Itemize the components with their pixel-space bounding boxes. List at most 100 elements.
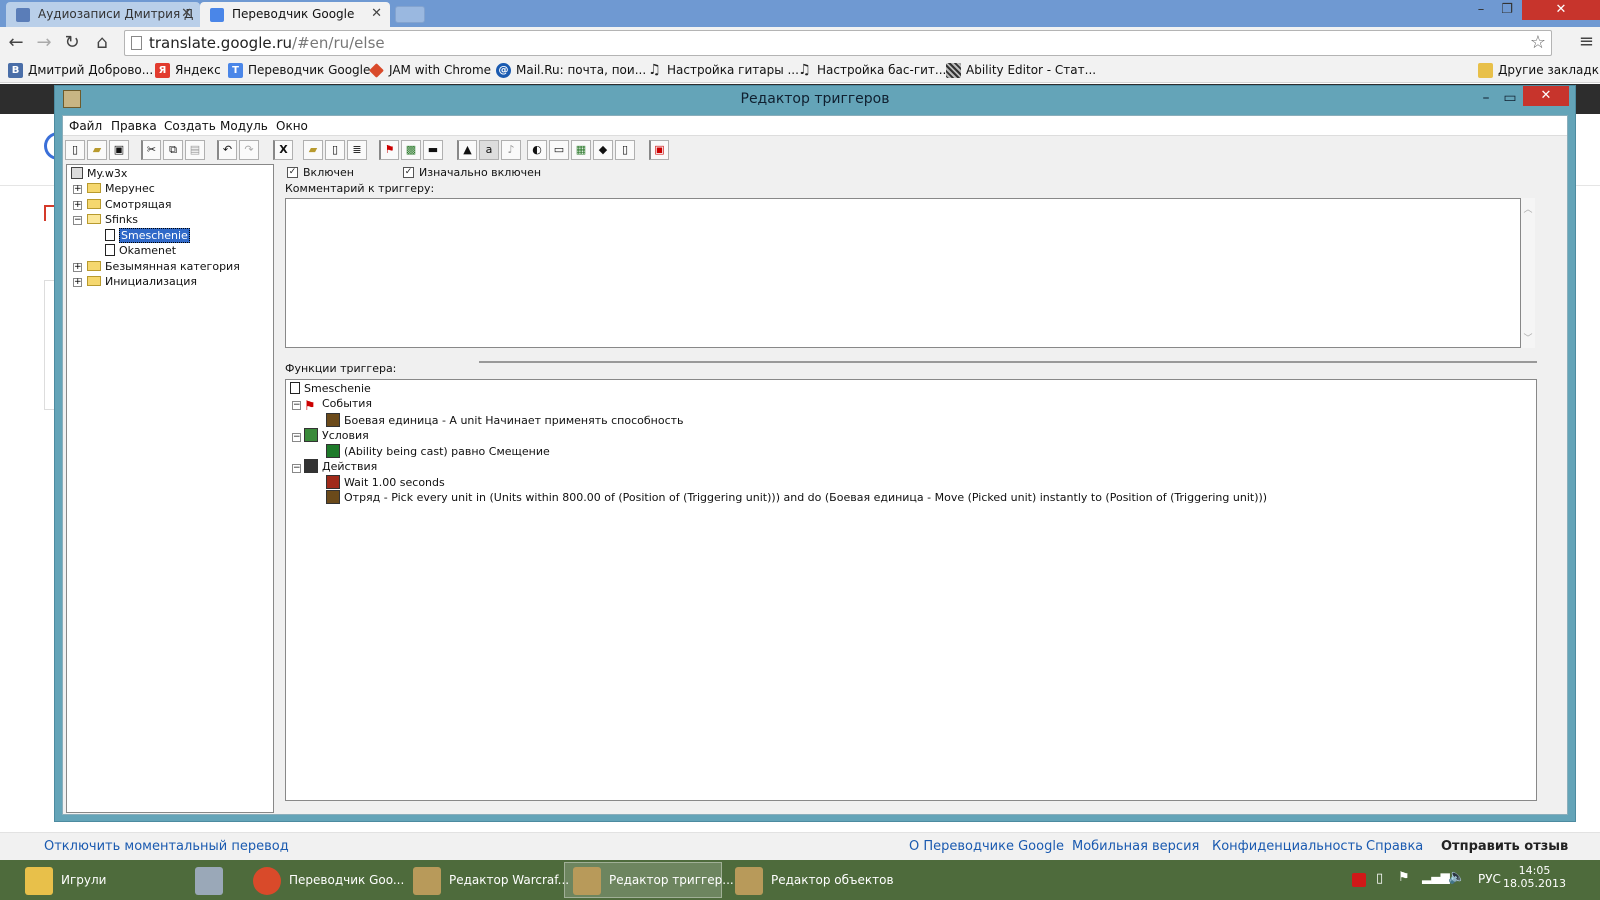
about-link[interactable]: О Переводчике Google — [909, 839, 1064, 854]
trigger-editor-icon[interactable]: a — [479, 140, 499, 160]
tab-audio[interactable]: Аудиозаписи Дмитрия Д ✕ — [6, 2, 200, 27]
network-icon[interactable]: ▂▄▆ — [1422, 870, 1450, 884]
minimize-icon[interactable]: – — [1468, 0, 1494, 20]
delete-icon[interactable]: X — [273, 140, 293, 160]
menu-create[interactable]: Создать — [164, 119, 216, 133]
terrain-editor-icon[interactable]: ▲ — [457, 140, 477, 160]
new-tab-button[interactable] — [395, 6, 425, 23]
paste-icon[interactable]: ▤ — [185, 140, 205, 160]
new-condition-icon[interactable]: ▩ — [401, 140, 421, 160]
collapse-icon[interactable]: − — [292, 464, 301, 473]
new-category-icon[interactable]: ▰ — [303, 140, 323, 160]
initially-enabled-checkbox[interactable]: ✓ — [403, 167, 414, 178]
campaign-editor-icon[interactable]: ▭ — [549, 140, 569, 160]
help-link[interactable]: Справка — [1366, 839, 1423, 854]
condition-item[interactable]: (Ability being cast) равно Смещение — [326, 444, 550, 458]
new-comment-icon[interactable]: ≣ — [347, 140, 367, 160]
comment-textarea[interactable] — [285, 198, 1521, 348]
bookmark-item[interactable]: В Дмитрий Доброво... — [8, 63, 153, 78]
tree-item-folder[interactable]: + Инициализация — [73, 275, 197, 288]
device-icon[interactable]: ▯ — [1376, 871, 1383, 886]
actions-node[interactable]: − Действия — [292, 459, 377, 473]
disable-instant-link[interactable]: Отключить моментальный перевод — [44, 839, 289, 854]
bookmark-item[interactable]: @ Mail.Ru: почта, пои... — [496, 63, 646, 78]
test-map-icon[interactable]: ▣ — [649, 140, 669, 160]
tree-item-folder[interactable]: − Sfinks — [73, 213, 138, 226]
events-node[interactable]: − ⚑ События — [292, 397, 372, 414]
tree-item-folder[interactable]: + Мерунес — [73, 182, 155, 195]
event-item[interactable]: Боевая единица - A unit Начинает применя… — [326, 413, 684, 427]
bookmark-item[interactable]: Я Яндекс — [155, 63, 221, 78]
bookmark-item[interactable]: T Переводчик Google — [228, 63, 370, 78]
new-trigger-icon[interactable]: ▯ — [325, 140, 345, 160]
restore-icon[interactable]: ❐ — [1494, 0, 1520, 20]
scroll-up-icon[interactable]: ︿ — [1521, 202, 1535, 215]
bookmark-item[interactable]: JAM with Chrome — [369, 63, 491, 78]
window-close-icon[interactable]: ✕ — [1522, 0, 1600, 20]
tree-item-folder[interactable]: + Безымянная категория — [73, 260, 240, 273]
bookmark-item[interactable]: ♫ Настройка гитары ... — [647, 63, 799, 78]
splitter[interactable] — [479, 361, 1537, 363]
menu-file[interactable]: Файл — [69, 119, 102, 133]
feedback-link[interactable]: Отправить отзыв — [1441, 839, 1568, 854]
bookmark-star-icon[interactable]: ☆ — [1530, 32, 1546, 53]
undo-icon[interactable]: ↶ — [217, 140, 237, 160]
tree-root[interactable]: My.w3x — [71, 167, 127, 180]
menu-window[interactable]: Окно — [276, 119, 308, 133]
expand-icon[interactable]: + — [73, 278, 82, 287]
enabled-checkbox[interactable]: ✓ — [287, 167, 298, 178]
function-trigger-name[interactable]: Smeschenie — [290, 382, 371, 395]
mobile-link[interactable]: Мобильная версия — [1072, 839, 1199, 854]
tree-item-trigger[interactable]: Smeschenie — [105, 228, 190, 243]
close-tab-icon[interactable]: ✕ — [181, 6, 192, 21]
close-tab-icon[interactable]: ✕ — [371, 6, 382, 21]
bookmark-item[interactable]: Ability Editor - Стат... — [946, 63, 1096, 78]
editor-minimize-icon[interactable]: – — [1475, 89, 1497, 107]
ai-editor-icon[interactable]: ▦ — [571, 140, 591, 160]
save-icon[interactable]: ▣ — [109, 140, 129, 160]
taskbar-item[interactable]: Игрули — [16, 862, 166, 898]
bookmark-item[interactable]: ♫ Настройка бас-гит... — [797, 63, 946, 78]
menu-module[interactable]: Модуль — [220, 119, 268, 133]
expand-icon[interactable]: + — [73, 185, 82, 194]
home-icon[interactable]: ⌂ — [90, 31, 114, 55]
tab-translate[interactable]: Переводчик Google ✕ — [200, 2, 390, 27]
tree-item-folder[interactable]: + Смотрящая — [73, 198, 171, 211]
taskbar-item-active[interactable]: Редактор триггер... — [564, 862, 734, 898]
flag-icon[interactable]: ⚑ — [1398, 870, 1410, 885]
collapse-icon[interactable]: − — [292, 433, 301, 442]
editor-close-icon[interactable]: ✕ — [1523, 86, 1569, 106]
address-bar[interactable]: translate.google.ru/#en/ru/else ☆ — [124, 30, 1552, 56]
privacy-link[interactable]: Конфиденциальность — [1212, 839, 1363, 854]
taskbar-item[interactable]: Редактор объектов — [726, 862, 894, 898]
tree-item-trigger[interactable]: Okamenet — [105, 244, 176, 257]
collapse-icon[interactable]: − — [292, 401, 301, 410]
reload-icon[interactable]: ↻ — [60, 31, 84, 55]
copy-icon[interactable]: ⧉ — [163, 140, 183, 160]
import-manager-icon[interactable]: ▯ — [615, 140, 635, 160]
open-icon[interactable]: ▰ — [87, 140, 107, 160]
menu-edit[interactable]: Правка — [111, 119, 157, 133]
object-editor-icon[interactable]: ◐ — [527, 140, 547, 160]
new-event-icon[interactable]: ⚑ — [379, 140, 399, 160]
forward-icon[interactable]: → — [32, 31, 56, 55]
taskbar-item[interactable] — [184, 862, 234, 898]
expand-icon[interactable]: + — [73, 201, 82, 210]
cut-icon[interactable]: ✂ — [141, 140, 161, 160]
action-item[interactable]: Wait 1.00 seconds — [326, 475, 445, 489]
new-icon[interactable]: ▯ — [65, 140, 85, 160]
chrome-menu-icon[interactable]: ≡ — [1579, 31, 1594, 52]
collapse-icon[interactable]: − — [73, 216, 82, 225]
scroll-down-icon[interactable]: ﹀ — [1521, 331, 1535, 344]
expand-icon[interactable]: + — [73, 263, 82, 272]
sound-editor-icon[interactable]: ♪ — [501, 140, 521, 160]
other-bookmarks[interactable]: Другие закладки — [1478, 63, 1600, 78]
conditions-node[interactable]: − Условия — [292, 428, 369, 442]
language-indicator[interactable]: РУС — [1478, 872, 1501, 886]
antivirus-icon[interactable] — [1352, 873, 1366, 887]
redo-icon[interactable]: ↷ — [239, 140, 259, 160]
clock[interactable]: 14:05 18.05.2013 — [1503, 864, 1566, 890]
editor-maximize-icon[interactable]: ▭ — [1499, 89, 1521, 107]
object-manager-icon[interactable]: ◆ — [593, 140, 613, 160]
new-action-icon[interactable]: ▬ — [423, 140, 443, 160]
